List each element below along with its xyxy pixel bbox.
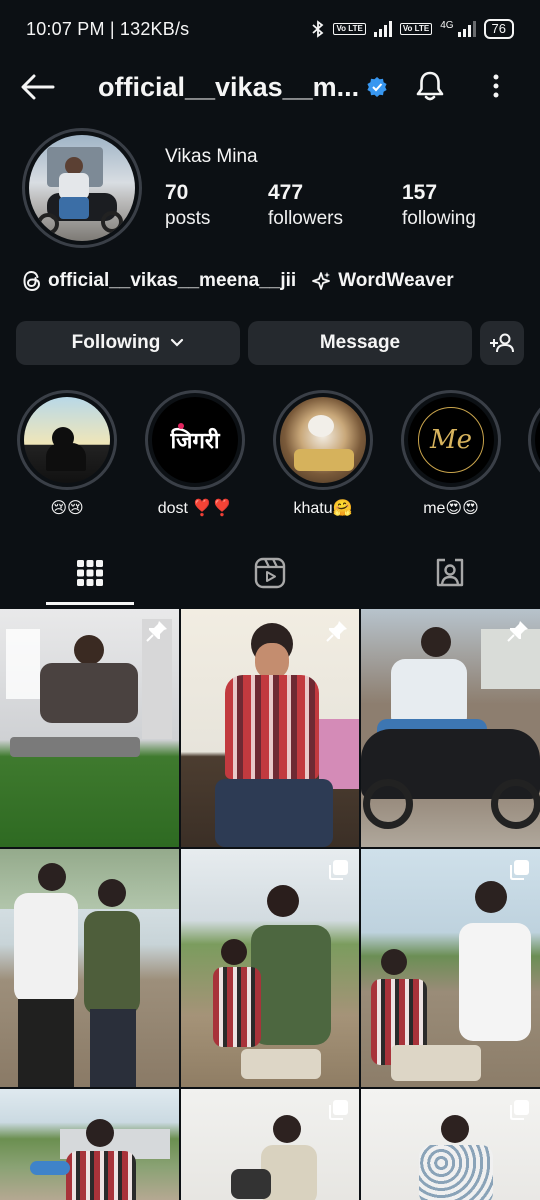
chevron-down-icon xyxy=(171,338,184,347)
heart-accent xyxy=(178,423,184,429)
verified-badge-icon xyxy=(367,77,387,97)
highlight-label: khatu🤗 xyxy=(293,500,353,517)
suggest-people-button[interactable] xyxy=(480,321,524,365)
highlight-1[interactable]: 😢😢 xyxy=(17,390,117,518)
profile-header: official__vikas__m... xyxy=(0,58,540,116)
following-count: 157 xyxy=(402,181,438,204)
message-button-label: Message xyxy=(319,332,401,353)
grid-icon xyxy=(77,560,103,586)
wordweaver-label: WordWeaver xyxy=(338,270,454,291)
highlight-ring xyxy=(17,390,117,490)
network-type: 4G xyxy=(440,19,454,31)
post-thumbnail-4[interactable] xyxy=(0,849,179,1087)
tagged-icon xyxy=(436,558,464,587)
post-thumbnail-8[interactable] xyxy=(181,1089,359,1200)
posts-count: 70 xyxy=(165,181,189,204)
notifications-button[interactable] xyxy=(408,64,452,108)
bell-icon xyxy=(416,71,444,101)
followers-label: followers xyxy=(268,208,343,229)
highlight-2[interactable]: जिगरी dost ❣️❣️ xyxy=(145,390,245,518)
highlight-cover: जिगरी xyxy=(152,397,238,483)
multiple-photos-icon xyxy=(510,860,529,880)
profile-avatar[interactable] xyxy=(22,128,142,248)
signal-icon-2 xyxy=(457,21,476,37)
highlight-label: dost ❣️❣️ xyxy=(157,500,233,517)
highlight-ring: जिगरी xyxy=(145,390,245,490)
add-person-icon xyxy=(490,333,514,353)
battery-indicator: 76 xyxy=(483,19,514,39)
followers-count: 477 xyxy=(268,181,304,204)
profile-links: official__vikas__meena__jii WordWeaver xyxy=(22,266,454,296)
volte-badge-1: Vo LTE xyxy=(333,23,366,35)
pin-icon xyxy=(507,621,528,642)
multiple-photos-icon xyxy=(329,860,348,880)
following-button[interactable]: Following xyxy=(16,321,240,365)
post-thumbnail-3[interactable] xyxy=(361,609,540,847)
status-bar: 10:07 PM | 132KB/s Vo LTE Vo LTE 4G 76 xyxy=(0,0,540,58)
followers-stat[interactable]: 477 followers xyxy=(268,180,343,232)
following-label: following xyxy=(402,208,476,229)
more-vertical-icon xyxy=(493,74,499,98)
tab-posts-grid[interactable] xyxy=(0,540,180,606)
pin-icon xyxy=(146,621,167,642)
profile-full-name: Vikas Mina xyxy=(165,146,258,167)
threads-icon xyxy=(23,270,41,292)
back-arrow-icon xyxy=(21,74,55,100)
tab-reels[interactable] xyxy=(180,540,360,606)
threads-link[interactable]: official__vikas__meena__jii xyxy=(22,270,296,292)
status-icons: Vo LTE Vo LTE 4G 76 xyxy=(311,19,514,39)
highlight-ring: Me xyxy=(401,390,501,490)
post-thumbnail-1[interactable] xyxy=(0,609,179,847)
content-tabs xyxy=(0,540,540,606)
signal-icon-1 xyxy=(373,21,392,37)
multiple-photos-icon xyxy=(510,1100,529,1120)
highlight-4[interactable]: Me me😍😍 xyxy=(401,390,501,518)
sparkle-icon xyxy=(312,272,331,290)
post-thumbnail-2[interactable] xyxy=(181,609,359,847)
post-thumbnail-5[interactable] xyxy=(181,849,359,1087)
highlight-5-partial[interactable] xyxy=(528,390,540,490)
post-thumbnail-9[interactable] xyxy=(361,1089,540,1200)
following-stat[interactable]: 157 following xyxy=(402,180,476,232)
highlight-label: 😢😢 xyxy=(50,500,84,517)
post-thumbnail-6[interactable] xyxy=(361,849,540,1087)
message-button[interactable]: Message xyxy=(248,321,472,365)
highlight-label: me😍😍 xyxy=(423,500,479,517)
bluetooth-icon xyxy=(312,20,324,38)
page-title-username: official__vikas__m... xyxy=(98,71,360,102)
post-thumbnail-7[interactable] xyxy=(0,1089,179,1200)
following-button-label: Following xyxy=(71,332,161,353)
posts-label: posts xyxy=(165,208,211,229)
highlight-cover xyxy=(280,397,366,483)
pin-icon xyxy=(326,621,347,642)
highlight-3[interactable]: khatu🤗 xyxy=(273,390,373,518)
avatar xyxy=(29,135,135,241)
volte-badge-2: Vo LTE xyxy=(399,23,433,35)
multiple-photos-icon xyxy=(329,1100,348,1120)
posts-stat[interactable]: 70 posts xyxy=(165,180,210,232)
highlight-ring xyxy=(273,390,373,490)
active-tab-indicator xyxy=(46,602,134,605)
status-time: 10:07 PM | 132KB/s xyxy=(26,18,190,39)
back-button[interactable] xyxy=(8,58,68,116)
threads-handle: official__vikas__meena__jii xyxy=(48,270,297,291)
more-options-button[interactable] xyxy=(478,64,514,108)
wordweaver-link[interactable]: WordWeaver xyxy=(310,270,454,292)
me-logo-ring xyxy=(418,407,484,473)
tab-tagged[interactable] xyxy=(360,540,540,606)
highlight-cover xyxy=(24,397,110,483)
highlight-inner-text: जिगरी xyxy=(170,429,220,454)
reels-icon xyxy=(254,557,286,589)
highlight-cover: Me xyxy=(408,397,494,483)
